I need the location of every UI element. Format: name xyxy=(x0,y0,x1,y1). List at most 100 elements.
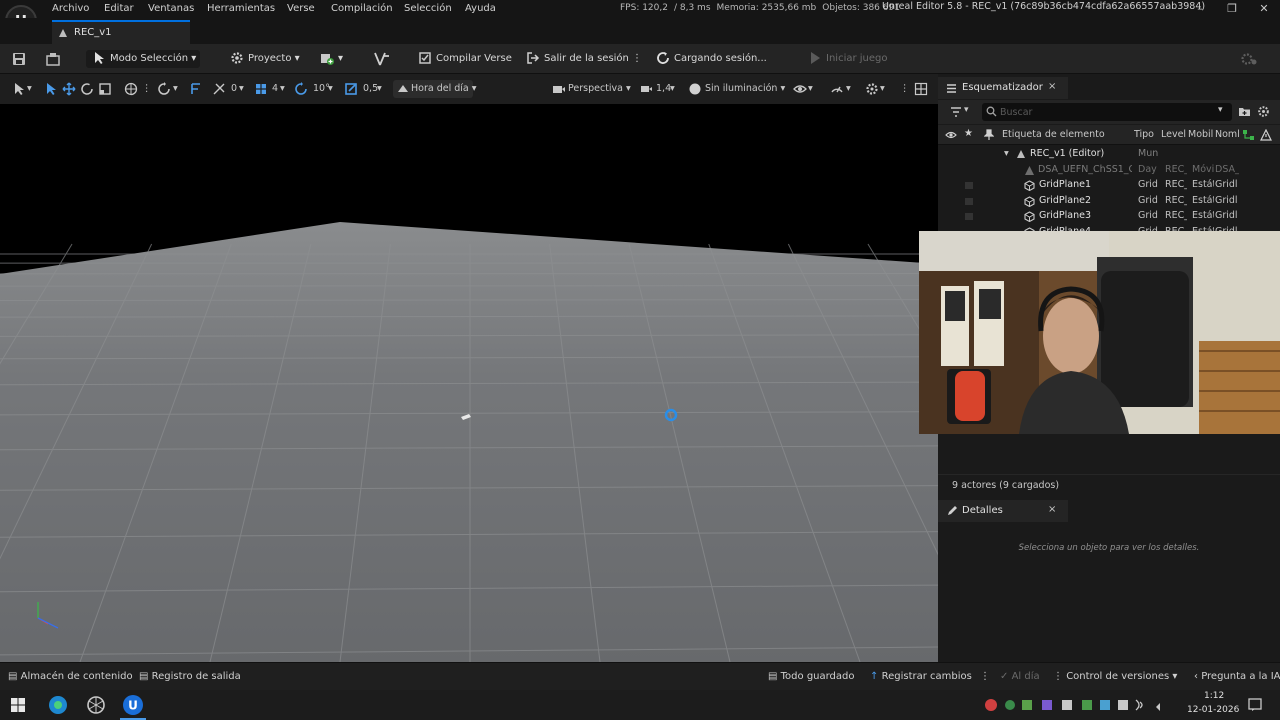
chevron-down-icon[interactable]: ▾ xyxy=(670,82,675,96)
viewport-menu-icon[interactable] xyxy=(12,82,26,96)
menu-seleccion[interactable]: Selección xyxy=(404,3,452,14)
tab-details[interactable]: Detalles × xyxy=(938,500,1068,522)
ask-ai-button[interactable]: ‹ Pregunta a la IA xyxy=(1194,671,1280,682)
more-options-icon[interactable]: ⋮ xyxy=(632,50,642,68)
maximize-icon[interactable]: ❐ xyxy=(1224,3,1240,15)
column-name[interactable]: Noml xyxy=(1215,129,1239,140)
close-icon[interactable]: × xyxy=(1048,504,1056,515)
scale-snap-icon[interactable] xyxy=(344,82,358,96)
more-options-icon[interactable]: ⋮ xyxy=(980,671,990,682)
settings-icon[interactable] xyxy=(1240,52,1258,66)
save-all-button[interactable]: ▤ Todo guardado xyxy=(768,671,855,682)
close-window-icon[interactable]: ✕ xyxy=(1256,3,1272,15)
expand-arrow-icon[interactable]: ▾ xyxy=(1004,148,1009,159)
source-control-button[interactable]: ⋮ Control de versiones ▾ xyxy=(1053,671,1177,682)
hierarchy-icon[interactable] xyxy=(1242,129,1255,141)
search-input[interactable] xyxy=(1000,105,1200,119)
notifications-icon[interactable] xyxy=(1248,698,1262,712)
menu-ventanas[interactable]: Ventanas xyxy=(148,3,194,14)
pin-icon[interactable] xyxy=(984,129,994,141)
compile-verse-button[interactable]: Compilar Verse xyxy=(418,50,512,68)
unreal-editor-taskbar-icon[interactable]: U xyxy=(122,694,144,716)
outliner-row-world[interactable]: ▾ REC_v1 (Editor) Mun xyxy=(938,147,1280,162)
camera-speed-icon[interactable] xyxy=(640,82,654,96)
time-of-day-button[interactable]: Hora del día ▾ xyxy=(393,80,477,98)
add-content-button[interactable]: ▾ xyxy=(320,50,343,68)
chevron-down-icon[interactable]: ▾ xyxy=(328,82,333,96)
chevron-down-icon[interactable]: ▾ xyxy=(1218,105,1223,115)
filter-icon[interactable] xyxy=(950,106,962,118)
menu-herramientas[interactable]: Herramientas xyxy=(207,3,275,14)
unlit-icon[interactable] xyxy=(688,82,702,96)
outliner-row[interactable]: GridPlane3 Grid REC_ Estát Gridl xyxy=(938,209,1280,224)
rotation-snap-icon[interactable] xyxy=(294,82,308,96)
mode-selection-button[interactable]: Modo Selección ▾ xyxy=(86,50,200,68)
outliner-row[interactable]: DSA_UEFN_ChSS1_C Day REC_ Móvi DSA_ xyxy=(938,163,1280,178)
menu-editar[interactable]: Editar xyxy=(104,3,134,14)
more-options-icon[interactable]: ⋮ xyxy=(142,82,152,96)
chevron-down-icon[interactable]: ▾ xyxy=(239,82,244,96)
scale-snap-value[interactable]: 0,5 xyxy=(363,82,378,96)
perspective-menu[interactable]: Perspectiva ▾ xyxy=(568,82,631,96)
column-type[interactable]: Tipo xyxy=(1134,129,1156,140)
camera-speed-value[interactable]: 1,4 xyxy=(656,82,671,96)
world-local-icon[interactable] xyxy=(124,82,138,96)
grid-size-value[interactable]: 4 xyxy=(272,82,278,96)
register-changes-button[interactable]: ↑ Registrar cambios xyxy=(870,671,972,682)
system-tray-icons[interactable] xyxy=(984,697,1170,713)
clock-date[interactable]: 12-01-2026 xyxy=(1187,705,1239,715)
save-icon[interactable] xyxy=(12,52,26,66)
tab-outliner[interactable]: Esquematizador × xyxy=(938,77,1068,99)
menu-ayuda[interactable]: Ayuda xyxy=(465,3,496,14)
layout-icon[interactable] xyxy=(914,82,928,96)
visibility-toggle[interactable] xyxy=(965,213,973,220)
chevron-down-icon[interactable]: ▾ xyxy=(173,82,178,96)
chevron-down-icon[interactable]: ▾ xyxy=(808,82,813,96)
column-mobility[interactable]: Mobil xyxy=(1188,129,1214,140)
chevron-down-icon[interactable]: ▾ xyxy=(27,82,32,96)
menu-verse[interactable]: Verse xyxy=(287,3,315,14)
chevron-down-icon[interactable]: ▾ xyxy=(846,82,851,96)
star-icon[interactable]: ★ xyxy=(964,128,973,139)
eye-icon[interactable] xyxy=(945,130,957,140)
outliner-row[interactable]: GridPlane2 Grid REC_ Estát Gridl xyxy=(938,194,1280,209)
gear-icon[interactable] xyxy=(865,82,879,96)
project-button[interactable]: Proyecto ▾ xyxy=(230,50,300,68)
select-tool-icon[interactable] xyxy=(44,82,58,96)
more-options-icon[interactable]: ⋮ xyxy=(900,82,910,96)
output-log-button[interactable]: ▤ Registro de salida xyxy=(139,671,241,682)
tab-level[interactable]: REC_v1 xyxy=(52,20,190,44)
performance-icon[interactable] xyxy=(830,82,844,96)
scale-tool-icon[interactable] xyxy=(98,82,112,96)
windows-start-icon[interactable] xyxy=(11,698,25,712)
grid-snap-icon[interactable] xyxy=(212,82,226,96)
verse-icon[interactable] xyxy=(374,52,390,66)
add-folder-icon[interactable] xyxy=(1238,105,1251,118)
chevron-down-icon[interactable]: ▾ xyxy=(280,82,285,96)
play-button[interactable]: Iniciar juego xyxy=(808,50,888,68)
column-level[interactable]: Level xyxy=(1161,129,1187,140)
content-drawer-button[interactable]: ▤ Almacén de contenido xyxy=(8,671,133,682)
grid-icon[interactable] xyxy=(254,82,268,96)
level-viewport[interactable] xyxy=(0,104,938,662)
menu-compilacion[interactable]: Compilación xyxy=(331,3,393,14)
rotate-tool-icon[interactable] xyxy=(80,82,94,96)
grid-snap-value[interactable]: 0 xyxy=(231,82,237,96)
chevron-down-icon[interactable]: ▾ xyxy=(377,82,382,96)
warning-icon[interactable] xyxy=(1260,129,1272,141)
close-icon[interactable]: × xyxy=(1048,81,1056,92)
camera-icon[interactable] xyxy=(552,82,566,96)
logout-button[interactable]: Salir de la sesión xyxy=(526,50,629,68)
surface-snap-icon[interactable] xyxy=(157,82,171,96)
lighting-menu[interactable]: Sin iluminación ▾ xyxy=(705,82,785,96)
visibility-toggle[interactable] xyxy=(965,182,973,189)
gear-icon[interactable] xyxy=(1257,105,1270,118)
clock-time[interactable]: 1:12 xyxy=(1204,691,1224,701)
app-icon[interactable] xyxy=(86,695,106,715)
chevron-down-icon[interactable]: ▾ xyxy=(880,82,885,96)
visibility-toggle[interactable] xyxy=(965,198,973,205)
menu-archivo[interactable]: Archivo xyxy=(52,3,89,14)
edge-browser-icon[interactable] xyxy=(48,695,68,715)
column-label[interactable]: Etiqueta de elemento xyxy=(1002,129,1130,140)
outliner-row[interactable]: GridPlane1 Grid REC_ Estát Gridl xyxy=(938,178,1280,193)
